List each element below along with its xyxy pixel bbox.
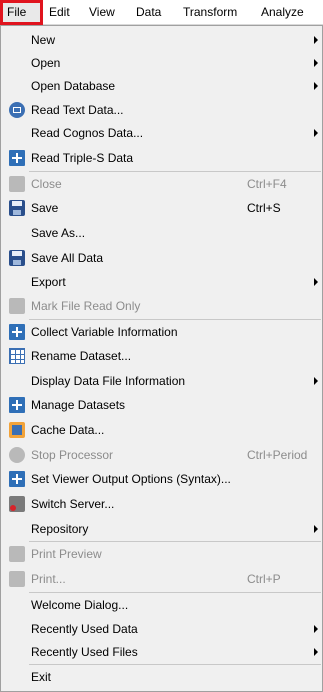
- print-preview-icon: [9, 546, 25, 562]
- menu-item-recently-used-files[interactable]: Recently Used Files: [1, 640, 322, 664]
- menu-item-export[interactable]: Export: [1, 270, 322, 294]
- menu-item-read-cognos-data[interactable]: Read Cognos Data...: [1, 121, 322, 145]
- submenu-arrow-icon: [314, 525, 318, 533]
- submenu-arrow-icon: [314, 648, 318, 656]
- menu-item-label: Switch Server...: [31, 497, 115, 511]
- cache-data-icon: [9, 422, 25, 438]
- file-menu-dropdown: New Open Open Database Read Text Data...…: [0, 25, 323, 692]
- menu-item-label: Save All Data: [31, 251, 104, 265]
- read-text-data-icon: [9, 102, 25, 118]
- submenu-arrow-icon: [314, 625, 318, 633]
- menu-item-label: Close: [31, 177, 62, 191]
- stop-icon: [9, 447, 25, 463]
- menu-item-mark-file-read-only: Mark File Read Only: [1, 294, 322, 318]
- menu-data-label: Data: [136, 5, 162, 19]
- menu-file[interactable]: File: [0, 0, 43, 25]
- menu-item-shortcut: Ctrl+Period: [247, 448, 308, 462]
- menu-transform-label: Transform: [183, 5, 238, 19]
- menu-item-save-as[interactable]: Save As...: [1, 221, 322, 245]
- menu-data[interactable]: Data: [129, 0, 174, 25]
- menu-item-label: Open Database: [31, 79, 116, 93]
- mark-read-only-icon: [9, 298, 25, 314]
- menu-item-save[interactable]: Save Ctrl+S: [1, 196, 322, 220]
- menu-item-label: Display Data File Information: [31, 374, 186, 388]
- menu-item-stop-processor: Stop Processor Ctrl+Period: [1, 443, 322, 467]
- menu-file-label: File: [7, 5, 27, 19]
- menu-item-label: Read Text Data...: [31, 103, 124, 117]
- menu-item-display-data-file-information[interactable]: Display Data File Information: [1, 369, 322, 393]
- menu-item-label: Set Viewer Output Options (Syntax)...: [31, 472, 231, 486]
- menu-item-label: Welcome Dialog...: [31, 598, 129, 612]
- submenu-arrow-icon: [314, 36, 318, 44]
- menu-item-exit[interactable]: Exit: [1, 665, 322, 689]
- switch-server-icon: [9, 496, 25, 512]
- menu-item-label: Recently Used Files: [31, 645, 138, 659]
- printer-icon: [9, 571, 25, 587]
- menu-item-label: Collect Variable Information: [31, 325, 178, 339]
- menu-edit-label: Edit: [49, 5, 70, 19]
- submenu-arrow-icon: [314, 377, 318, 385]
- menu-item-save-all-data[interactable]: Save All Data: [1, 246, 322, 270]
- menu-item-manage-datasets[interactable]: Manage Datasets: [1, 393, 322, 417]
- floppy-icon: [9, 200, 25, 216]
- menu-view-label: View: [89, 5, 115, 19]
- submenu-arrow-icon: [314, 129, 318, 137]
- menu-item-label: Stop Processor: [31, 448, 114, 462]
- plus-icon: [9, 471, 25, 487]
- menu-item-collect-variable-information[interactable]: Collect Variable Information: [1, 320, 322, 344]
- menu-item-open[interactable]: Open: [1, 51, 322, 75]
- menu-item-label: Print...: [31, 572, 66, 586]
- menu-item-label: Export: [31, 275, 66, 289]
- menu-item-read-triple-s-data[interactable]: Read Triple-S Data: [1, 146, 322, 170]
- menu-item-shortcut: Ctrl+S: [247, 201, 281, 215]
- folder-icon: [9, 176, 25, 192]
- submenu-arrow-icon: [314, 59, 318, 67]
- menu-item-shortcut: Ctrl+P: [247, 572, 281, 586]
- menu-item-open-database[interactable]: Open Database: [1, 74, 322, 98]
- menu-item-welcome-dialog[interactable]: Welcome Dialog...: [1, 593, 322, 617]
- menu-item-label: Exit: [31, 670, 52, 684]
- menu-item-label: Recently Used Data: [31, 622, 138, 636]
- menu-item-label: Save: [31, 201, 59, 215]
- submenu-arrow-icon: [314, 82, 318, 90]
- menu-view[interactable]: View: [82, 0, 128, 25]
- menu-item-label: Mark File Read Only: [31, 299, 141, 313]
- menu-item-print: Print... Ctrl+P: [1, 567, 322, 591]
- plus-icon: [9, 150, 25, 166]
- menu-item-rename-dataset[interactable]: Rename Dataset...: [1, 344, 322, 368]
- menu-transform[interactable]: Transform: [175, 0, 252, 25]
- menu-item-label: Open: [31, 56, 61, 70]
- menu-item-recently-used-data[interactable]: Recently Used Data: [1, 617, 322, 641]
- menu-item-label: Manage Datasets: [31, 398, 126, 412]
- menu-item-label: New: [31, 33, 56, 47]
- menu-item-print-preview: Print Preview: [1, 542, 322, 566]
- menu-item-label: Save As...: [31, 226, 86, 240]
- rename-dataset-icon: [9, 348, 25, 364]
- menu-edit[interactable]: Edit: [43, 0, 79, 25]
- menu-item-set-viewer-output-options[interactable]: Set Viewer Output Options (Syntax)...: [1, 467, 322, 491]
- menu-item-label: Cache Data...: [31, 423, 105, 437]
- plus-icon: [9, 397, 25, 413]
- menu-analyze[interactable]: Analyze: [253, 0, 323, 25]
- menu-item-switch-server[interactable]: Switch Server...: [1, 492, 322, 516]
- menu-item-repository[interactable]: Repository: [1, 517, 322, 541]
- plus-icon: [9, 324, 25, 340]
- menu-item-label: Read Triple-S Data: [31, 151, 134, 165]
- menu-item-shortcut: Ctrl+F4: [247, 177, 287, 191]
- menu-item-cache-data[interactable]: Cache Data...: [1, 418, 322, 442]
- menu-item-label: Print Preview: [31, 547, 102, 561]
- menu-item-label: Rename Dataset...: [31, 349, 132, 363]
- submenu-arrow-icon: [314, 278, 318, 286]
- menu-item-label: Read Cognos Data...: [31, 126, 144, 140]
- menu-item-label: Repository: [31, 522, 89, 536]
- save-all-icon: [9, 250, 25, 266]
- menu-item-close: Close Ctrl+F4: [1, 172, 322, 196]
- menu-item-new[interactable]: New: [1, 28, 322, 52]
- menu-item-read-text-data[interactable]: Read Text Data...: [1, 98, 322, 122]
- menu-analyze-label: Analyze: [261, 5, 304, 19]
- menu-bar: File Edit View Data Transform Analyze: [0, 0, 323, 25]
